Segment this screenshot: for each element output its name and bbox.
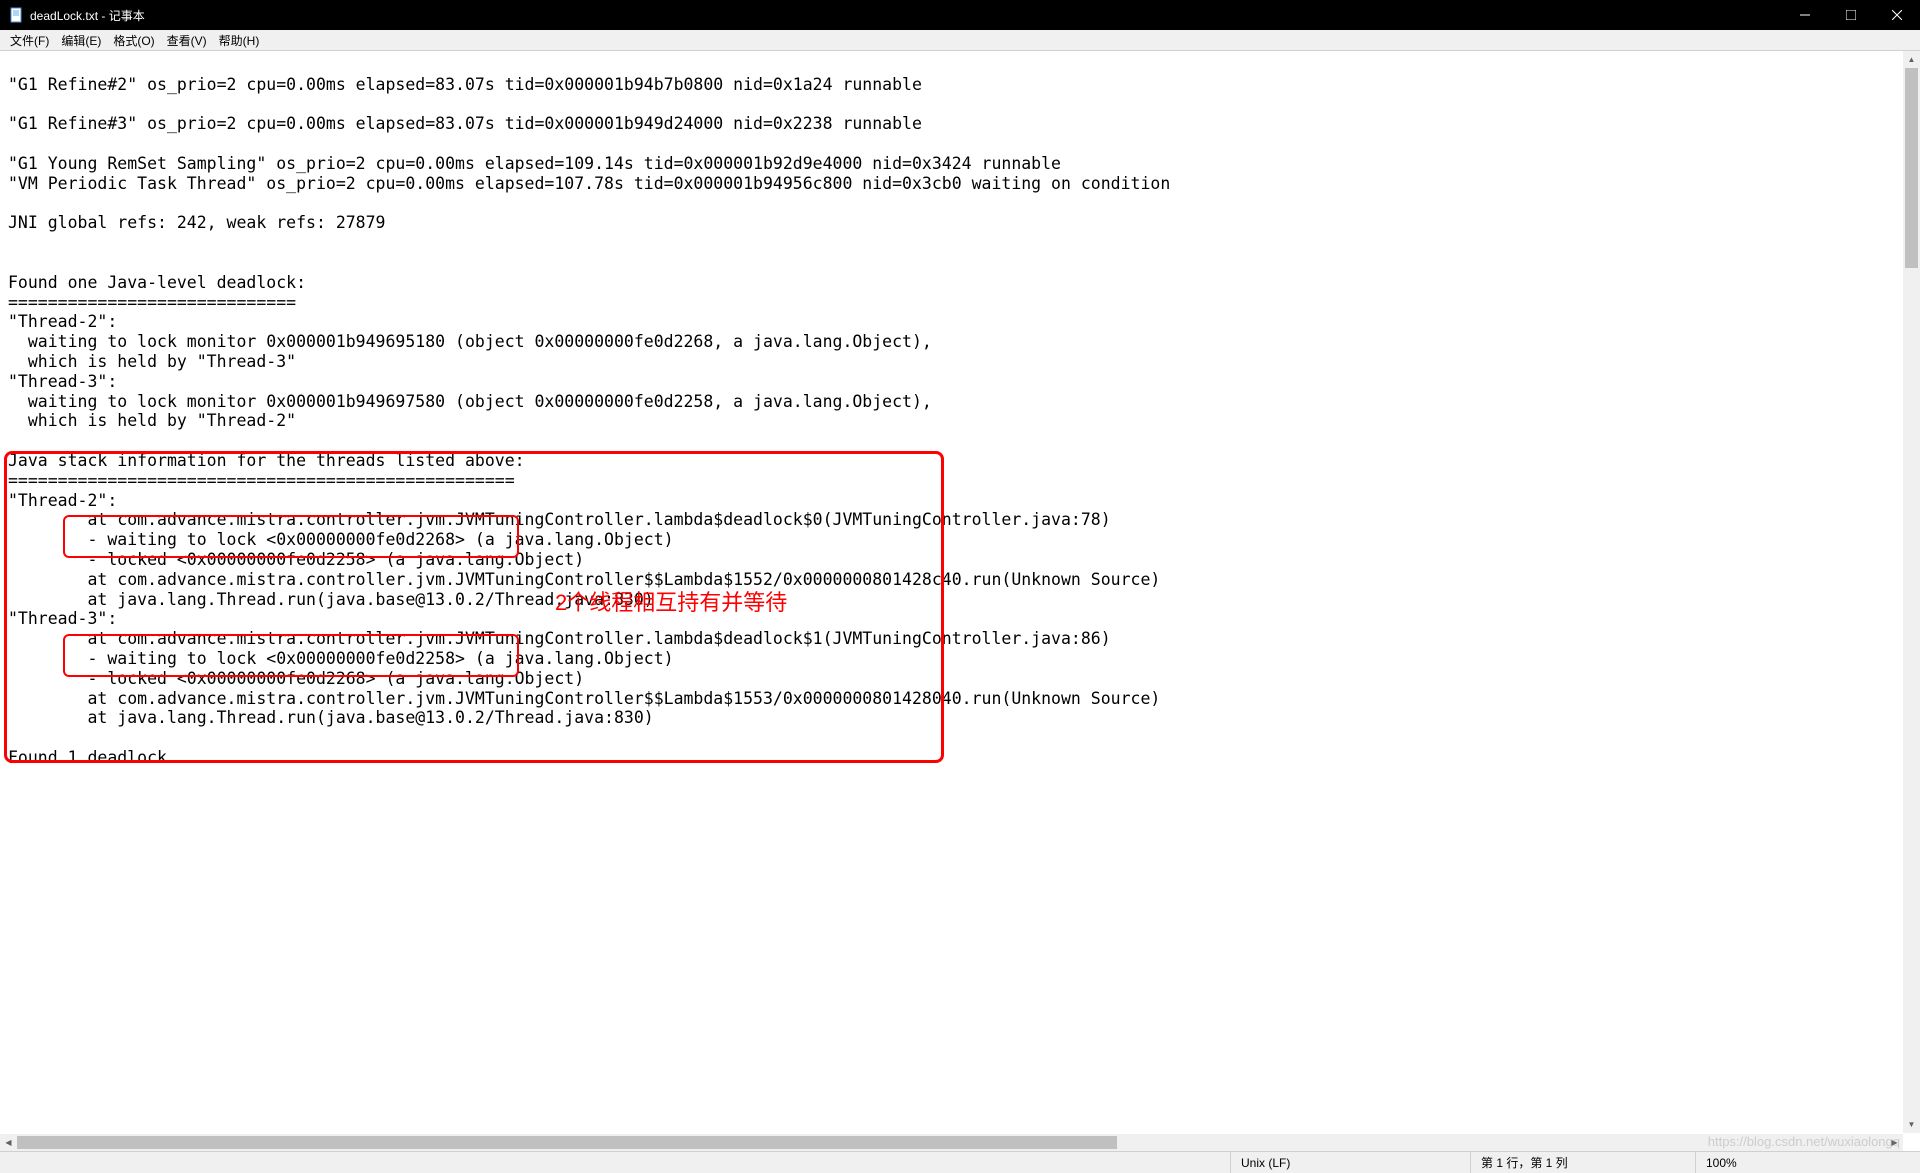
scroll-right-arrow[interactable]: ▶ bbox=[1886, 1134, 1903, 1151]
window-title: deadLock.txt - 记事本 bbox=[30, 7, 145, 24]
menu-edit[interactable]: 编辑(E) bbox=[55, 30, 107, 51]
statusbar: Unix (LF) 第 1 行，第 1 列 100% bbox=[0, 1151, 1920, 1173]
status-cursor-position: 第 1 行，第 1 列 bbox=[1470, 1152, 1695, 1173]
scroll-down-arrow[interactable]: ▼ bbox=[1903, 1116, 1920, 1133]
menu-format[interactable]: 格式(O) bbox=[107, 30, 160, 51]
text-content[interactable]: "G1 Refine#2" os_prio=2 cpu=0.00ms elaps… bbox=[0, 51, 1920, 772]
menu-help[interactable]: 帮助(H) bbox=[213, 30, 266, 51]
menu-view[interactable]: 查看(V) bbox=[161, 30, 213, 51]
vertical-scrollbar-thumb[interactable] bbox=[1905, 68, 1918, 268]
window-controls bbox=[1782, 0, 1920, 30]
window-titlebar: deadLock.txt - 记事本 bbox=[0, 0, 1920, 30]
vertical-scrollbar[interactable]: ▲ ▼ bbox=[1903, 51, 1920, 1133]
menu-file[interactable]: 文件(F) bbox=[4, 30, 55, 51]
menubar: 文件(F) 编辑(E) 格式(O) 查看(V) 帮助(H) bbox=[0, 30, 1920, 51]
editor-area[interactable]: "G1 Refine#2" os_prio=2 cpu=0.00ms elaps… bbox=[0, 51, 1920, 1131]
status-zoom: 100% bbox=[1695, 1152, 1920, 1173]
maximize-button[interactable] bbox=[1828, 0, 1874, 30]
horizontal-scrollbar-thumb[interactable] bbox=[17, 1136, 1117, 1149]
annotation-label: 2个线程相互持有并等待 bbox=[555, 585, 787, 617]
status-line-ending: Unix (LF) bbox=[1230, 1152, 1470, 1173]
scroll-up-arrow[interactable]: ▲ bbox=[1903, 51, 1920, 68]
close-button[interactable] bbox=[1874, 0, 1920, 30]
scroll-left-arrow[interactable]: ◀ bbox=[0, 1134, 17, 1151]
minimize-button[interactable] bbox=[1782, 0, 1828, 30]
notepad-icon bbox=[8, 7, 24, 23]
horizontal-scrollbar[interactable]: ◀ ▶ bbox=[0, 1134, 1903, 1151]
